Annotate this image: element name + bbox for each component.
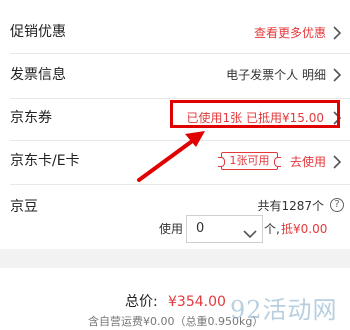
watermark: 92活动网 xyxy=(230,296,338,324)
total-label: 总价: xyxy=(125,294,158,310)
total-value: ¥354.00 xyxy=(168,294,226,310)
